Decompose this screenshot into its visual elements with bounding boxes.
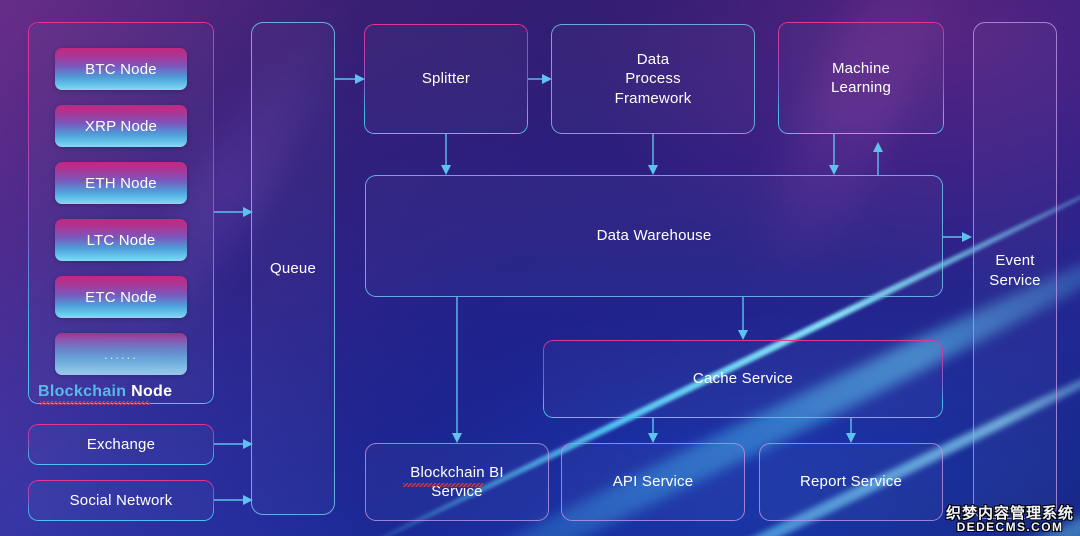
blockchain-bi-part1: Blockchain [410, 463, 485, 481]
queue-box[interactable]: Queue [251, 22, 335, 515]
node-chip-label: XRP Node [84, 117, 158, 135]
source-social-network[interactable]: Social Network [28, 480, 214, 521]
blockchain-node-group-label: Blockchain Node [38, 383, 172, 401]
api-service-box[interactable]: API Service [561, 443, 745, 521]
node-chip-label: ETC Node [85, 288, 157, 306]
data-warehouse-box[interactable]: Data Warehouse [365, 175, 943, 297]
architecture-diagram-canvas: BTC Node XRP Node ETH Node LTC Node ETC … [0, 0, 1080, 536]
blockchain-bi-line2: Service [431, 483, 483, 500]
node-chip-ltc[interactable]: LTC Node [55, 219, 187, 261]
node-chip-btc[interactable]: BTC Node [55, 48, 187, 90]
node-chip-label: ETH Node [85, 174, 157, 192]
splitter-label: Splitter [421, 70, 471, 88]
blockchain-bi-service-label: Blockchain BI Service [410, 463, 504, 501]
group-label-highlight: Blockchain [38, 383, 127, 400]
node-chip-label: BTC Node [85, 60, 157, 78]
group-label-plain: Node [126, 383, 173, 400]
event-service-box[interactable]: Event Service [973, 22, 1057, 519]
watermark-chinese: 织梦内容管理系统 [945, 504, 1074, 522]
event-service-label: Event Service [989, 252, 1041, 289]
node-chip-label: ...... [104, 346, 138, 362]
api-service-label: API Service [612, 473, 694, 491]
watermark: 织梦内容管理系统 DEDECMS.COM [945, 504, 1074, 535]
machine-learning-box[interactable]: Machine Learning [778, 22, 944, 134]
source-social-network-label: Social Network [69, 491, 173, 509]
node-chip-label: LTC Node [86, 231, 156, 249]
node-chip-more[interactable]: ...... [55, 333, 187, 375]
data-process-framework-label: Data Process Framework [614, 51, 692, 107]
source-exchange[interactable]: Exchange [28, 424, 214, 465]
machine-learning-label: Machine Learning [831, 59, 891, 96]
data-warehouse-label: Data Warehouse [596, 227, 712, 245]
blockchain-bi-part2: BI [484, 463, 504, 481]
cache-service-label: Cache Service [692, 370, 794, 388]
node-chip-etc[interactable]: ETC Node [55, 276, 187, 318]
node-chip-xrp[interactable]: XRP Node [55, 105, 187, 147]
report-service-box[interactable]: Report Service [759, 443, 943, 521]
watermark-english: DEDECMS.COM [956, 520, 1064, 535]
queue-label: Queue [269, 259, 317, 277]
cache-service-box[interactable]: Cache Service [543, 340, 943, 418]
data-process-framework-box[interactable]: Data Process Framework [551, 24, 755, 134]
splitter-box[interactable]: Splitter [364, 24, 528, 134]
report-service-label: Report Service [799, 473, 902, 491]
blockchain-bi-service-box[interactable]: Blockchain BI Service [365, 443, 549, 521]
node-chip-eth[interactable]: ETH Node [55, 162, 187, 204]
source-exchange-label: Exchange [86, 435, 156, 453]
